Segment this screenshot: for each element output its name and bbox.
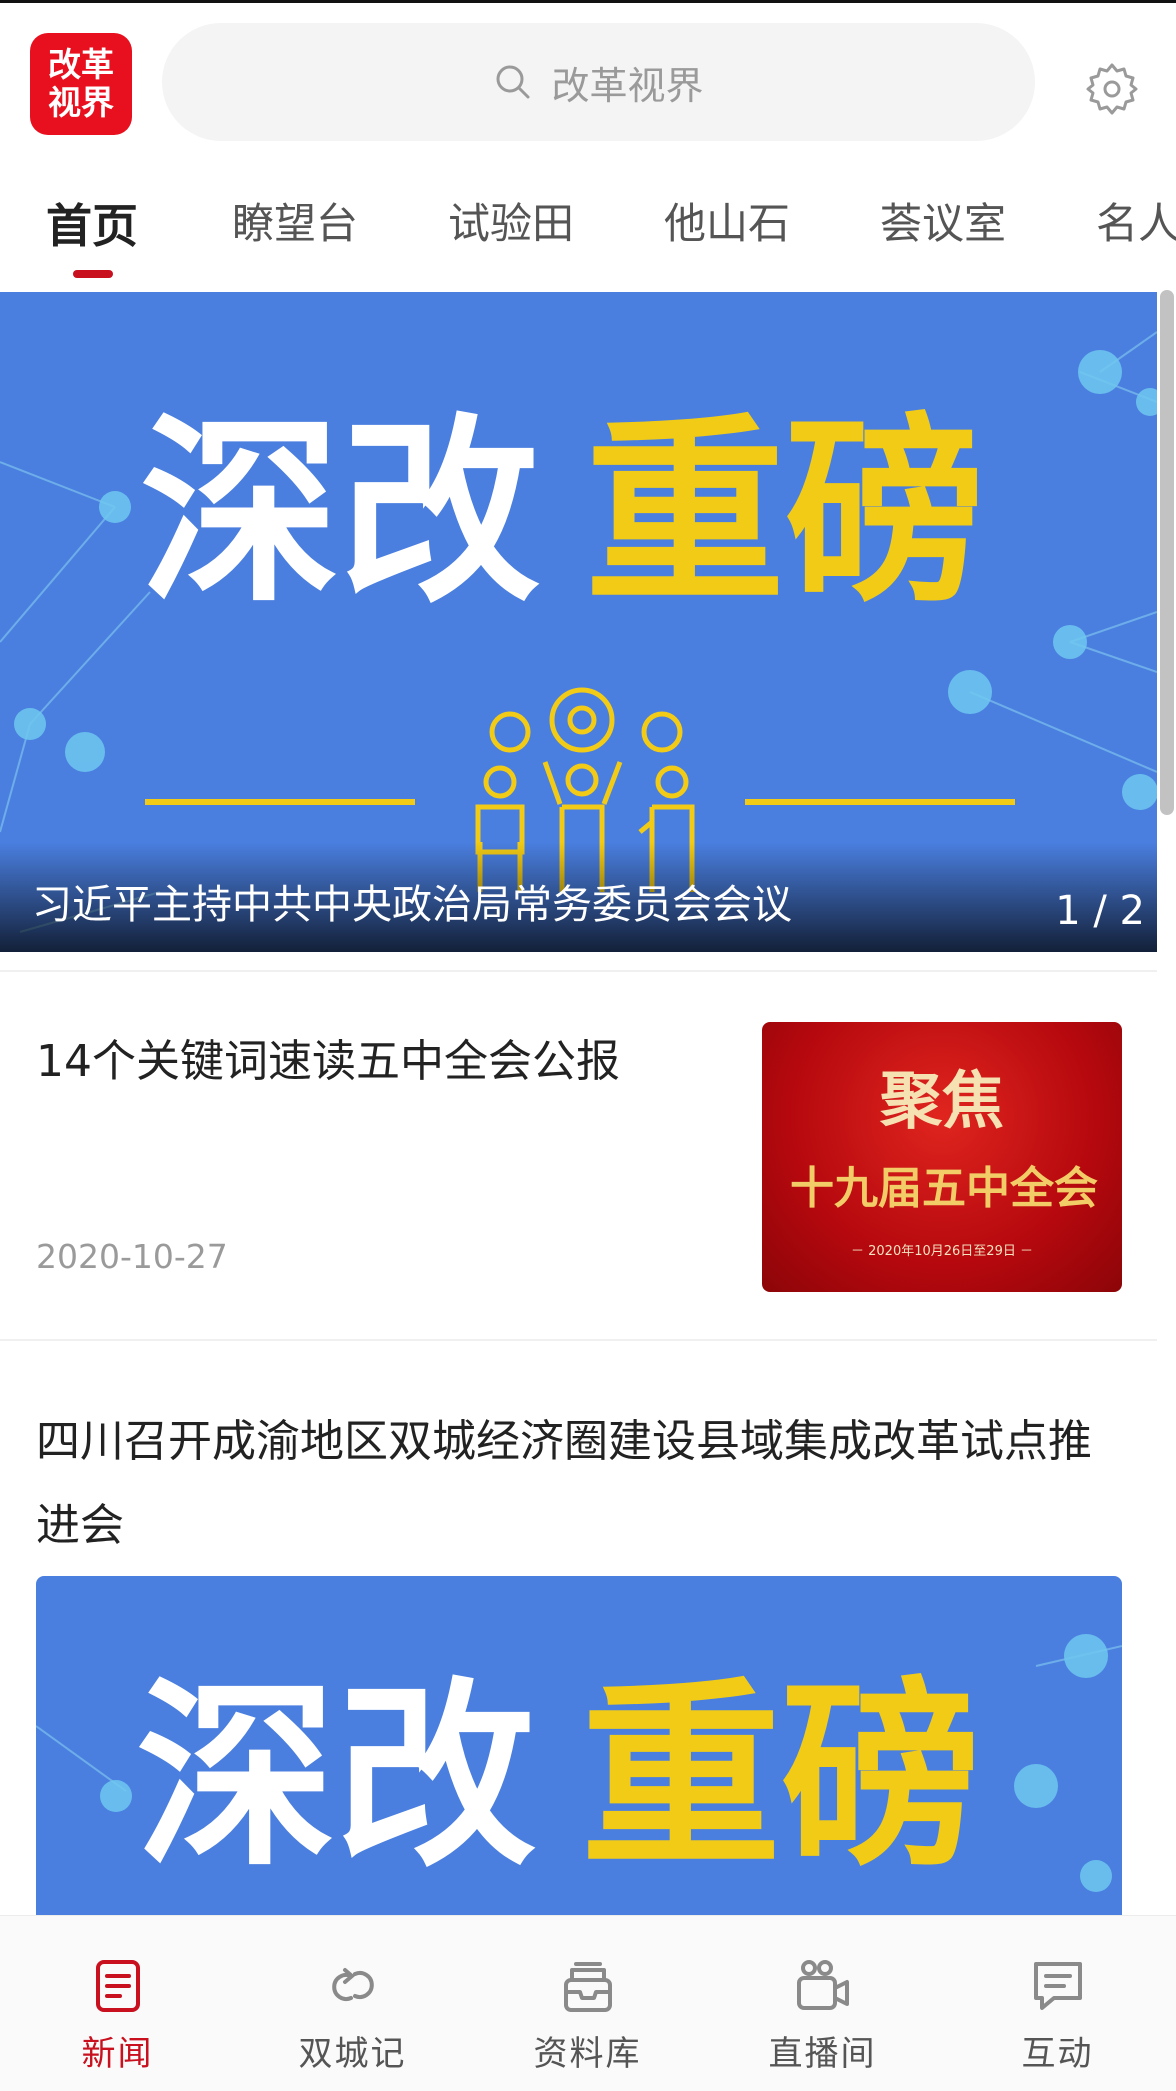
search-icon <box>496 65 530 99</box>
tab-celebrity[interactable]: 名人 <box>1096 190 1176 251</box>
category-tabs: 首页 瞭望台 试验田 他山石 荟议室 名人 <box>0 180 1176 290</box>
thumbnail-text-dates: － 2020年10月26日至29日 － <box>851 1244 1033 1259</box>
divider <box>0 1339 1157 1341</box>
nav-archive[interactable]: 资料库 <box>470 1916 705 2091</box>
nav-twin-cities[interactable]: 双城记 <box>235 1916 470 2091</box>
news-image-art-yellow: 重磅 <box>581 1659 981 1894</box>
nav-label: 双城记 <box>298 2034 407 2074</box>
thumbnail-text-plenum: 十九届五中全会 <box>790 1163 1098 1214</box>
news-title[interactable]: 14个关键词速读五中全会公报 <box>36 1025 620 1089</box>
nav-label: 资料库 <box>533 2034 642 2074</box>
nav-interact[interactable]: 互动 <box>940 1916 1175 2091</box>
search-placeholder: 改革视界 <box>551 63 704 108</box>
tab-home[interactable]: 首页 <box>46 190 138 256</box>
app-header: 改革 视界 改革视界 <box>0 3 1176 163</box>
search-bar[interactable]: 改革视界 <box>162 23 1035 141</box>
tab-discussion[interactable]: 荟议室 <box>880 190 1006 251</box>
nav-live[interactable]: 直播间 <box>705 1916 940 2091</box>
banner-art-yellow: 重磅 <box>585 395 985 630</box>
banner-page-indicator: 1 / 2 <box>1055 888 1145 934</box>
news-title[interactable]: 四川召开成渝地区双城经济圈建设县域集成改革试点推进会 <box>36 1400 1126 1568</box>
tab-other-mountain[interactable]: 他山石 <box>664 190 790 251</box>
logo-text-line2: 视界 <box>48 83 114 122</box>
logo-text-line1: 改革 <box>48 45 114 84</box>
link-icon <box>332 1968 374 2001</box>
news-date: 2020-10-27 <box>36 1237 228 1276</box>
active-tab-indicator <box>73 270 113 278</box>
tab-pilot[interactable]: 试验田 <box>448 190 574 251</box>
divider <box>0 970 1157 972</box>
video-icon <box>797 1960 849 2010</box>
news-icon <box>96 1960 140 2012</box>
nav-label: 互动 <box>1021 2034 1094 2074</box>
nav-news[interactable]: 新闻 <box>0 1916 235 2091</box>
scrollbar[interactable] <box>1160 290 1174 815</box>
news-thumbnail[interactable]: 聚焦 十九届五中全会 － 2020年10月26日至29日 － <box>762 1022 1122 1292</box>
bottom-navigation: 新闻 双城记 资料库 直播间 互动 <box>0 1915 1176 2091</box>
nav-label: 新闻 <box>81 2034 154 2074</box>
nav-label: 直播间 <box>768 2034 877 2074</box>
gear-icon[interactable] <box>1084 61 1140 117</box>
thumbnail-text-focus: 聚焦 <box>879 1064 1004 1137</box>
banner-carousel[interactable]: 深改 重磅 习近平主持中共中央政治局常务委员会会议 1 / 2 <box>0 292 1157 952</box>
chat-icon <box>1034 1962 1082 2010</box>
banner-art-white: 深改 <box>140 395 540 630</box>
banner-caption: 习近平主持中共中央政治局常务委员会会议 <box>32 882 792 928</box>
tab-outlook[interactable]: 瞭望台 <box>232 190 358 251</box>
news-image-art-white: 深改 <box>136 1659 536 1894</box>
app-logo[interactable]: 改革 视界 <box>30 33 132 135</box>
archive-icon <box>564 1962 612 2012</box>
